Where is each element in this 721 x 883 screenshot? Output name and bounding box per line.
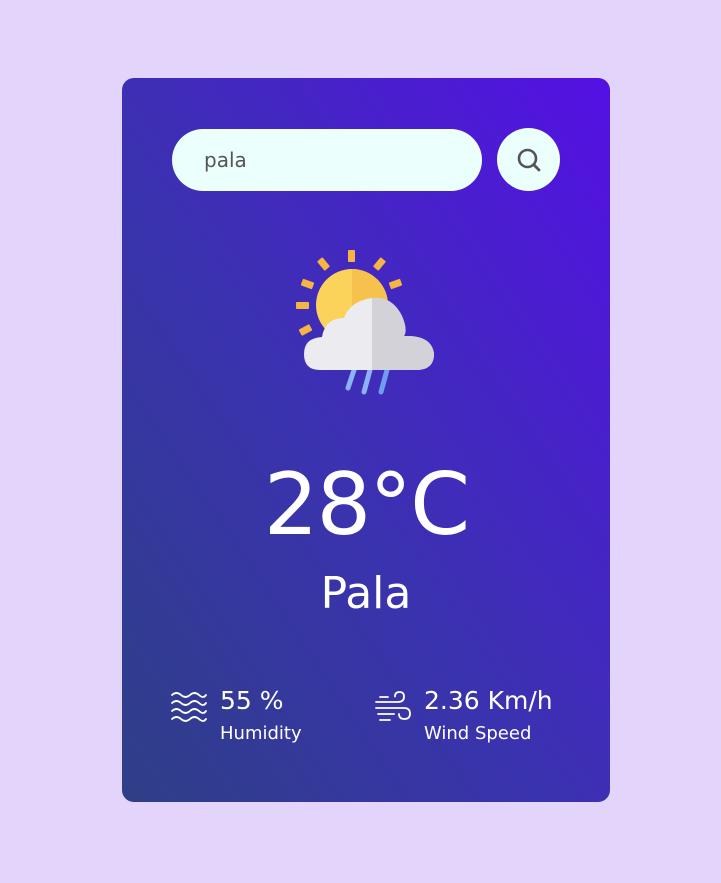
humidity-value: 55 % — [220, 686, 284, 715]
search-input[interactable] — [172, 129, 482, 191]
wind-label: Wind Speed — [424, 723, 532, 744]
search-icon — [517, 148, 540, 171]
wind-text: 2.36 Km/h Wind Speed — [424, 684, 553, 748]
weather-card: 28°C Pala 55 % Humidity 2 — [122, 78, 610, 802]
wind-detail: 2.36 Km/h Wind Speed — [374, 684, 553, 748]
temperature: 28°C — [263, 455, 470, 555]
humidity-detail: 55 % Humidity — [170, 684, 302, 748]
sun-cloud-rain-icon — [296, 250, 434, 395]
search-button[interactable] — [497, 128, 560, 191]
humidity-label: Humidity — [220, 723, 302, 744]
humidity-text: 55 % Humidity — [220, 684, 302, 748]
wind-value: 2.36 Km/h — [424, 686, 553, 715]
wind-icon — [375, 691, 411, 721]
city-name: Pala — [320, 568, 412, 619]
humidity-waves-icon — [171, 692, 207, 722]
